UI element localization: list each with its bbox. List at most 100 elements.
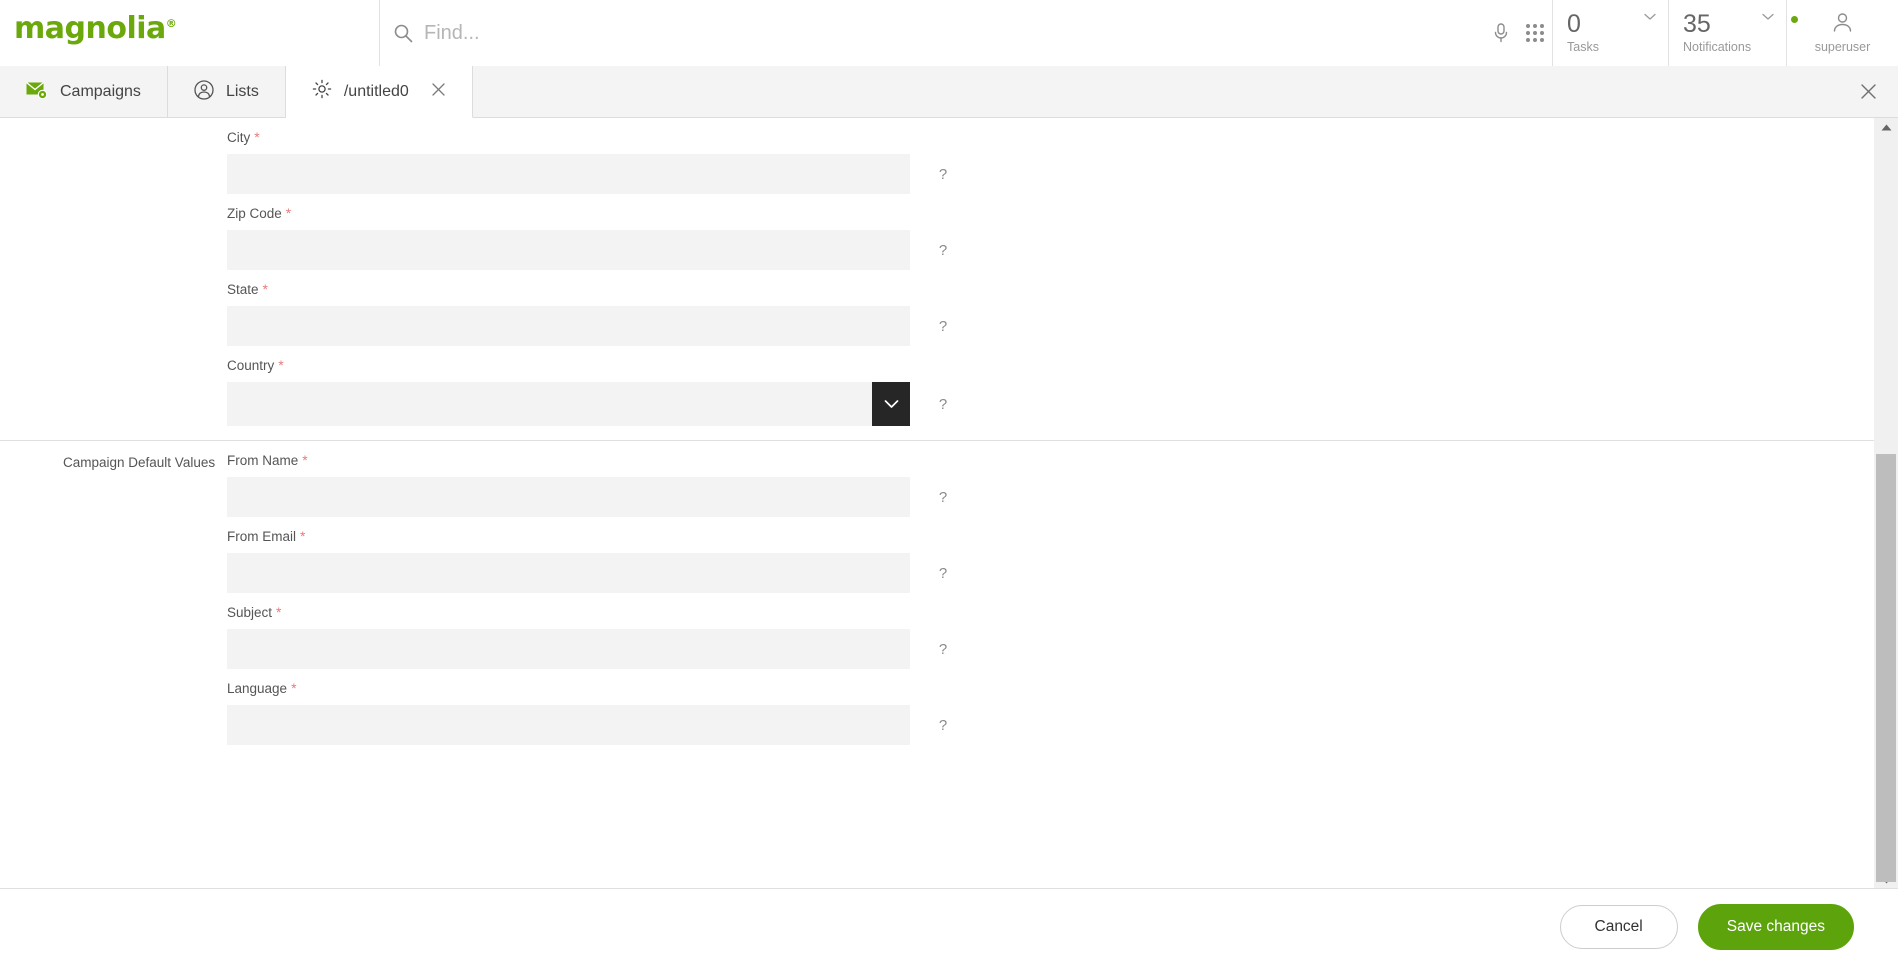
field-language: Language * ? xyxy=(227,669,1874,745)
from-email-input[interactable] xyxy=(227,553,910,593)
user-avatar-icon xyxy=(1832,12,1853,38)
form-section-address: City * ? Zip Code * ? State * ? Country … xyxy=(0,118,1874,440)
required-marker: * xyxy=(262,281,268,297)
help-icon[interactable]: ? xyxy=(936,489,950,506)
subject-input[interactable] xyxy=(227,629,910,669)
logo-registered-mark: ® xyxy=(165,17,177,30)
save-changes-button[interactable]: Save changes xyxy=(1697,904,1854,950)
field-from-email-label: From Email * xyxy=(227,528,1874,544)
field-subject: Subject * ? xyxy=(227,593,1874,669)
chevron-down-icon[interactable] xyxy=(1762,10,1774,24)
tab-campaigns-label: Campaigns xyxy=(60,83,141,100)
notifications-label: Notifications xyxy=(1683,40,1752,54)
mail-gear-icon xyxy=(26,81,48,104)
country-input[interactable] xyxy=(227,382,910,426)
field-country: Country * ? xyxy=(227,346,1874,440)
tasks-indicator[interactable]: 0 Tasks xyxy=(1552,0,1668,66)
tab-bar: Campaigns Lists /untitled0 xyxy=(0,66,1898,118)
vertical-scrollbar[interactable] xyxy=(1874,118,1898,889)
from-name-input[interactable] xyxy=(227,477,910,517)
top-bar: magnolia® 0 Tasks xyxy=(0,0,1898,66)
label-text: State xyxy=(227,282,259,297)
form-scroll-region: City * ? Zip Code * ? State * ? Country … xyxy=(0,118,1874,889)
zip-code-input[interactable] xyxy=(227,230,910,270)
help-icon[interactable]: ? xyxy=(936,396,950,413)
form-section-address-fields: City * ? Zip Code * ? State * ? Country … xyxy=(0,118,1874,440)
form-action-bar: Cancel Save changes xyxy=(0,888,1898,965)
label-text: Language xyxy=(227,681,288,696)
country-select[interactable] xyxy=(227,382,910,426)
scrollbar-thumb[interactable] xyxy=(1876,454,1896,882)
notifications-count-value: 35 xyxy=(1683,10,1711,38)
user-circle-icon xyxy=(194,79,214,105)
field-subject-row: ? xyxy=(227,629,1874,669)
label-text: Country xyxy=(227,358,275,373)
language-input[interactable] xyxy=(227,705,910,745)
field-from-name: From Name * ? xyxy=(227,441,1874,517)
close-all-tabs-button[interactable] xyxy=(1838,66,1898,117)
field-country-row: ? xyxy=(227,382,1874,426)
required-marker: * xyxy=(278,357,284,373)
help-icon[interactable]: ? xyxy=(936,565,950,582)
field-country-label: Country * xyxy=(227,357,1874,373)
top-bar-actions: 0 Tasks 35 Notifications superuser xyxy=(1484,0,1898,66)
close-icon[interactable] xyxy=(431,82,446,102)
label-text: City xyxy=(227,130,251,145)
chevron-down-icon[interactable] xyxy=(872,382,910,426)
field-from-email: From Email * ? xyxy=(227,517,1874,593)
gear-icon xyxy=(312,79,332,104)
microphone-icon[interactable] xyxy=(1484,0,1518,66)
cancel-button[interactable]: Cancel xyxy=(1559,905,1678,949)
tab-lists-label: Lists xyxy=(225,83,259,100)
search-input[interactable] xyxy=(424,21,1024,45)
field-from-name-row: ? xyxy=(227,477,1874,517)
tasks-label: Tasks xyxy=(1567,40,1599,54)
tab-untitled0[interactable]: /untitled0 xyxy=(285,66,473,118)
label-text: From Name xyxy=(227,453,299,468)
help-icon[interactable]: ? xyxy=(936,641,950,658)
field-language-row: ? xyxy=(227,705,1874,745)
global-search[interactable] xyxy=(380,0,1484,66)
label-text: Zip Code xyxy=(227,206,282,221)
scroll-up-arrow[interactable] xyxy=(1874,118,1898,136)
help-icon[interactable]: ? xyxy=(936,166,950,183)
field-zip-code-row: ? xyxy=(227,230,1874,270)
search-icon xyxy=(393,23,413,43)
form-section-campaign-defaults-fields: From Name * ? From Email * ? Subject * ?… xyxy=(0,441,1874,745)
logo-wordmark: magnolia xyxy=(14,11,166,46)
chevron-down-icon[interactable] xyxy=(1644,10,1656,24)
field-city-label: City * xyxy=(227,129,1874,145)
tab-lists[interactable]: Lists xyxy=(168,66,286,118)
help-icon[interactable]: ? xyxy=(936,717,950,734)
label-text: From Email xyxy=(227,529,297,544)
field-city: City * ? xyxy=(227,118,1874,194)
help-icon[interactable]: ? xyxy=(936,242,950,259)
notifications-indicator[interactable]: 35 Notifications xyxy=(1668,0,1798,66)
apps-grid-icon[interactable] xyxy=(1518,0,1552,66)
city-input[interactable] xyxy=(227,154,910,194)
state-input[interactable] xyxy=(227,306,910,346)
field-subject-label: Subject * xyxy=(227,604,1874,620)
field-zip-code-label: Zip Code * xyxy=(227,205,1874,221)
required-marker: * xyxy=(254,129,260,145)
form-section-campaign-defaults: Campaign Default Values From Name * ? Fro… xyxy=(0,440,1874,745)
required-marker: * xyxy=(291,680,297,696)
brand-logo[interactable]: magnolia® xyxy=(0,0,380,66)
user-name: superuser xyxy=(1814,40,1871,54)
field-city-row: ? xyxy=(227,154,1874,194)
grid-dots xyxy=(1526,24,1544,42)
tab-campaigns[interactable]: Campaigns xyxy=(0,66,168,118)
field-state: State * ? xyxy=(227,270,1874,346)
user-menu[interactable]: superuser xyxy=(1786,0,1898,66)
scrollbar-track[interactable] xyxy=(1874,136,1898,882)
help-icon[interactable]: ? xyxy=(936,318,950,335)
logo-text: magnolia® xyxy=(14,11,177,46)
tab-untitled0-label: /untitled0 xyxy=(343,82,409,100)
required-marker: * xyxy=(276,604,282,620)
field-state-label: State * xyxy=(227,281,1874,297)
required-marker: * xyxy=(300,528,306,544)
label-text: Subject xyxy=(227,605,273,620)
required-marker: * xyxy=(302,452,308,468)
notification-dot-icon xyxy=(1791,16,1798,23)
field-from-email-row: ? xyxy=(227,553,1874,593)
